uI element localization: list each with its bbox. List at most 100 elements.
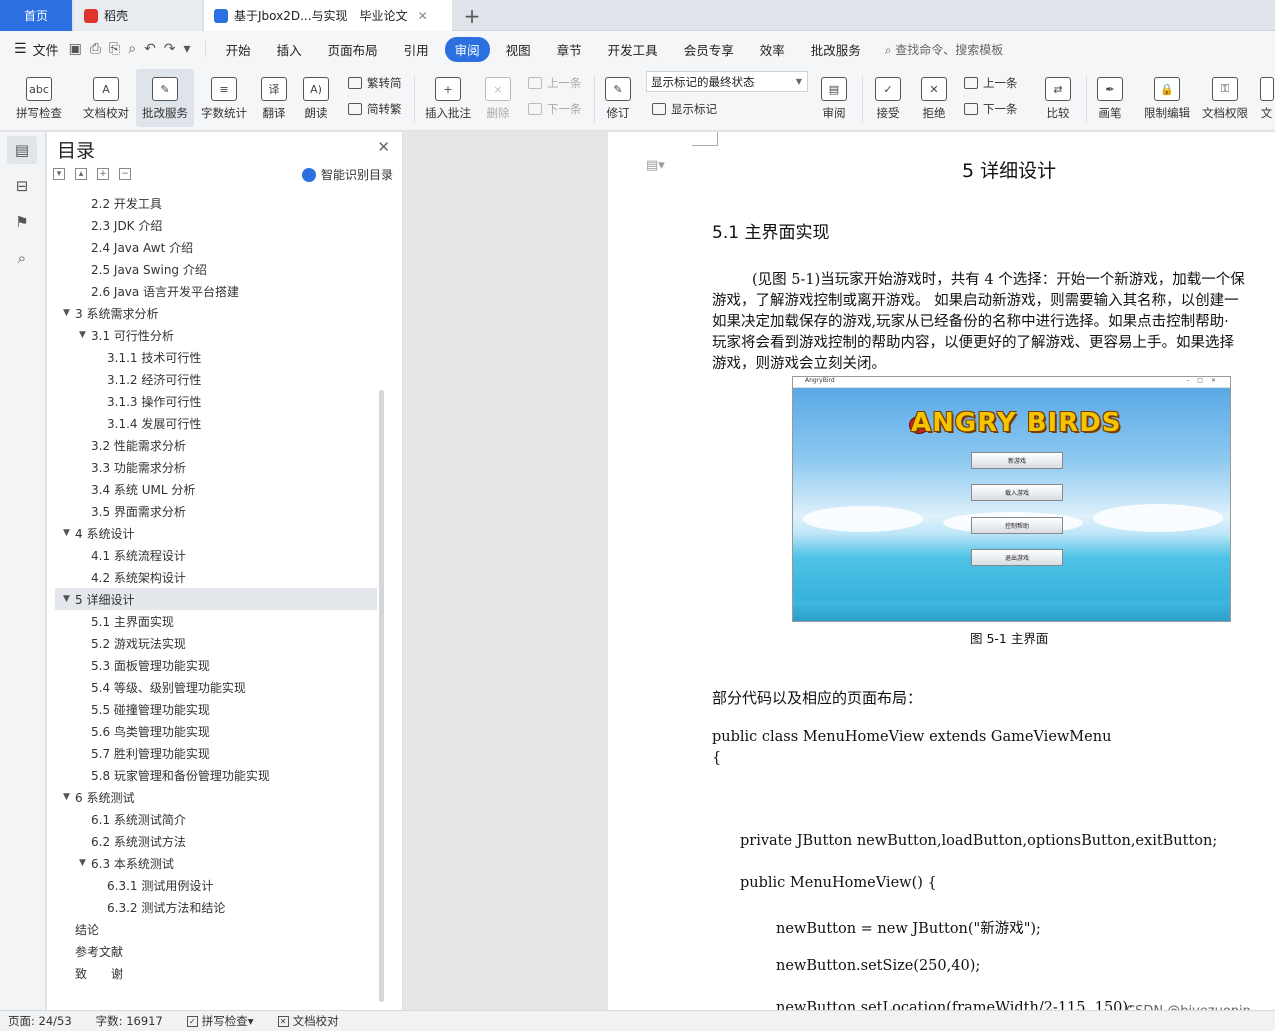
menu-item[interactable]: 批改服务 (801, 37, 871, 62)
expand-all-icon[interactable]: ▾ (53, 168, 65, 180)
smart-toc-button[interactable]: 智能识别目录 (301, 166, 393, 183)
review-pane-button[interactable]: ▤ 审阅 (814, 69, 854, 127)
document-canvas[interactable]: ▤▾ 5 详细设计 5.1 主界面实现 (见图 5-1)当玩家开始游戏时，共有 … (404, 132, 1275, 1010)
toc-item[interactable]: 5.5 碰撞管理功能实现 (55, 698, 377, 720)
accept-button[interactable]: ✓ 接受 (868, 69, 908, 127)
toc-item[interactable]: ▼ 3.1 可行性分析 (55, 324, 377, 346)
chapter-nav-icon[interactable]: ⊟ (7, 172, 37, 200)
read-aloud-button[interactable]: A) 朗读 (298, 69, 334, 127)
toc-item[interactable]: 6.3.2 测试方法和结论 (55, 896, 377, 918)
doc-proof-toggle[interactable]: ✕ 文档校对 (277, 1013, 339, 1029)
delete-comment-button[interactable]: × 删除 (480, 69, 516, 127)
document-page[interactable]: ▤▾ 5 详细设计 5.1 主界面实现 (见图 5-1)当玩家开始游戏时，共有 … (608, 132, 1275, 1010)
page-options-icon[interactable]: ▤▾ (646, 158, 665, 173)
show-markup-button[interactable]: 显示标记 (652, 101, 717, 117)
redo-icon[interactable]: ↷ (164, 41, 176, 57)
toc-item[interactable]: 4.1 系统流程设计 (55, 544, 377, 566)
toc-item[interactable]: 6.2 系统测试方法 (55, 830, 377, 852)
toc-item[interactable]: 5.4 等级、级别管理功能实现 (55, 676, 377, 698)
toc-item[interactable]: 参考文献 (55, 940, 377, 962)
toc-item[interactable]: 5.3 面板管理功能实现 (55, 654, 377, 676)
toc-item[interactable]: 5.8 玩家管理和备份管理功能实现 (55, 764, 377, 786)
toc-item[interactable]: 3.4 系统 UML 分析 (55, 478, 377, 500)
toc-item[interactable]: 2.6 Java 语言开发平台搭建 (55, 280, 377, 302)
next-change-button[interactable]: 下一条 (964, 101, 1018, 117)
page-indicator[interactable]: 页面: 24/53 (8, 1013, 72, 1029)
toc-item[interactable]: 3.3 功能需求分析 (55, 456, 377, 478)
bookmark-icon[interactable]: ⚑ (7, 208, 37, 236)
chevron-down-icon[interactable]: ▼ (63, 528, 70, 538)
correction-service-button[interactable]: ✎ 批改服务 (136, 69, 194, 127)
chevron-down-icon[interactable]: ▼ (63, 308, 70, 318)
pen-button[interactable]: ✒ 画笔 (1092, 69, 1128, 127)
close-tab-icon[interactable]: ✕ (418, 9, 428, 23)
toc-item[interactable]: ▼ 6.3 本系统测试 (55, 852, 377, 874)
tab-daoke[interactable]: 稻壳 (74, 0, 202, 31)
customize-chevron-icon[interactable]: ▾ (184, 41, 191, 57)
export-icon[interactable]: ⎙ (90, 41, 101, 57)
toc-item[interactable]: 6.3.1 测试用例设计 (55, 874, 377, 896)
trad-to-simp-button[interactable]: 繁转简 (348, 75, 402, 91)
chevron-down-icon[interactable]: ▼ (79, 330, 86, 340)
toc-item[interactable]: 5.6 鸟类管理功能实现 (55, 720, 377, 742)
menu-item[interactable]: 视图 (496, 37, 541, 62)
toc-item[interactable]: 致 谢 (55, 962, 377, 984)
prev-comment-button[interactable]: 上一条 (528, 75, 582, 91)
file-menu[interactable]: ☰ 文件 (0, 40, 69, 59)
toc-item[interactable]: 3.1.3 操作可行性 (55, 390, 377, 412)
insert-comment-button[interactable]: + 插入批注 (420, 69, 476, 127)
prev-change-button[interactable]: 上一条 (964, 75, 1018, 91)
toc-item[interactable]: 2.4 Java Awt 介绍 (55, 236, 377, 258)
preview-icon[interactable]: ⌕ (128, 41, 136, 57)
menu-item[interactable]: 开始 (216, 37, 261, 62)
next-comment-button[interactable]: 下一条 (528, 101, 582, 117)
toc-item[interactable]: ▼ 6 系统测试 (55, 786, 377, 808)
chevron-down-icon[interactable]: ▼ (63, 792, 70, 802)
more-ribbon-button[interactable]: 文 (1258, 69, 1275, 127)
toc-item[interactable]: ▼ 5 详细设计 (55, 588, 377, 610)
tab-home[interactable]: 首页 (0, 0, 72, 31)
toc-item[interactable]: ▼ 4 系统设计 (55, 522, 377, 544)
menu-item[interactable]: 开发工具 (598, 37, 668, 62)
toc-item[interactable]: 结论 (55, 918, 377, 940)
toc-item[interactable]: 2.3 JDK 介绍 (55, 214, 377, 236)
spell-check-button[interactable]: abc 拼写检查 (8, 69, 70, 127)
chevron-down-icon[interactable]: ▼ (63, 594, 70, 604)
chevron-down-icon[interactable]: ▼ (79, 858, 86, 868)
print-icon[interactable]: ⎘ (109, 41, 120, 57)
remove-heading-icon[interactable]: − (119, 168, 131, 180)
menu-item[interactable]: 会员专享 (674, 37, 744, 62)
toc-item[interactable]: 3.5 界面需求分析 (55, 500, 377, 522)
toc-item[interactable]: 3.1.4 发展可行性 (55, 412, 377, 434)
toc-item[interactable]: 2.5 Java Swing 介绍 (55, 258, 377, 280)
doc-permission-button[interactable]: ⚿ 文档权限 (1198, 69, 1252, 127)
restrict-editing-button[interactable]: 🔒 限制编辑 (1140, 69, 1194, 127)
toc-item[interactable]: 6.1 系统测试简介 (55, 808, 377, 830)
collapse-all-icon[interactable]: ▴ (75, 168, 87, 180)
new-tab-button[interactable]: + (460, 0, 484, 31)
compare-button[interactable]: ⇄ 比较 (1036, 69, 1080, 127)
tab-document[interactable]: 基于Jbox2D...与实现 毕业论文 ✕ (204, 0, 452, 31)
translate-button[interactable]: 译翻译 (254, 69, 294, 127)
simp-to-trad-button[interactable]: 简转繁 (348, 101, 402, 117)
word-count-indicator[interactable]: 字数: 16917 (96, 1013, 163, 1029)
save-icon[interactable]: ▣ (69, 41, 82, 57)
doc-proof-button[interactable]: A 文档校对 (78, 69, 134, 127)
menu-item[interactable]: 效率 (750, 37, 795, 62)
word-count-button[interactable]: ≡ 字数统计 (198, 69, 250, 127)
menu-item[interactable]: 章节 (547, 37, 592, 62)
add-heading-icon[interactable]: + (97, 168, 109, 180)
toc-item[interactable]: 5.1 主界面实现 (55, 610, 377, 632)
menu-item[interactable]: 引用 (394, 37, 439, 62)
reject-button[interactable]: ✕ 拒绝 (914, 69, 954, 127)
undo-icon[interactable]: ↶ (144, 41, 156, 57)
menu-item[interactable]: 页面布局 (318, 37, 388, 62)
toc-item[interactable]: 4.2 系统架构设计 (55, 566, 377, 588)
spell-check-toggle[interactable]: ✓ 拼写检查 ▾ (186, 1013, 254, 1029)
close-icon[interactable]: ✕ (377, 138, 390, 156)
command-search[interactable]: ⌕ 查找命令、搜索模板 (885, 41, 1004, 58)
toc-item[interactable]: 2.2 开发工具 (55, 192, 377, 214)
toc-item[interactable]: 3.1.1 技术可行性 (55, 346, 377, 368)
menu-item[interactable]: 插入 (267, 37, 312, 62)
menu-item[interactable]: 审阅 (444, 36, 490, 62)
